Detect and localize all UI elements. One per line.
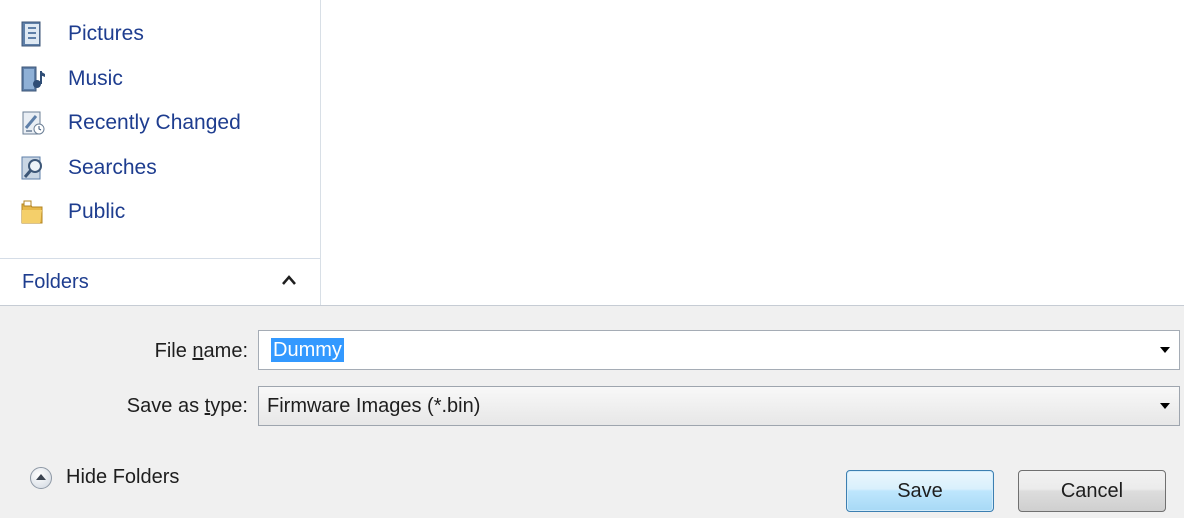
nav-item-label: Pictures [68, 22, 144, 46]
searches-icon [20, 155, 46, 181]
nav-item-label: Public [68, 200, 126, 224]
file-list-area[interactable] [321, 0, 1184, 305]
pictures-library-icon [20, 21, 46, 47]
hide-folders-button[interactable]: Hide Folders [30, 466, 179, 489]
collapse-up-icon [30, 466, 52, 489]
nav-item-pictures[interactable]: Pictures [0, 12, 320, 57]
cancel-button[interactable]: Cancel [1018, 470, 1166, 512]
save-as-type-label: Save as type: [126, 395, 248, 417]
navigation-pane: Pictures Music Recently Changed Searches… [0, 0, 321, 306]
recently-changed-icon [20, 110, 46, 136]
nav-item-label: Recently Changed [68, 111, 241, 135]
dropdown-arrow-icon[interactable] [1160, 403, 1170, 409]
save-as-type-select[interactable]: Firmware Images (*.bin) [258, 386, 1180, 426]
file-name-value: Dummy [271, 338, 344, 362]
folders-label: Folders [22, 271, 89, 293]
file-name-input[interactable]: Dummy [258, 330, 1180, 370]
favorite-links-list: Pictures Music Recently Changed Searches… [0, 12, 320, 235]
nav-item-public[interactable]: Public [0, 190, 320, 235]
music-library-icon [20, 66, 46, 92]
nav-item-label: Searches [68, 155, 157, 179]
save-as-type-value: Firmware Images (*.bin) [267, 395, 481, 417]
chevron-up-icon[interactable] [281, 273, 297, 291]
nav-item-label: Music [68, 66, 123, 90]
folders-toggle[interactable]: Folders [0, 258, 320, 306]
nav-item-music[interactable]: Music [0, 57, 320, 102]
save-options-panel: File name: Dummy Save as type: Firmware … [0, 305, 1184, 518]
dropdown-arrow-icon[interactable] [1160, 347, 1170, 353]
hide-folders-label: Hide Folders [66, 466, 180, 488]
file-name-label: File name: [154, 340, 248, 362]
public-folder-icon [20, 199, 46, 225]
save-button[interactable]: Save [846, 470, 994, 512]
nav-item-searches[interactable]: Searches [0, 146, 320, 191]
nav-item-recently-changed[interactable]: Recently Changed [0, 101, 320, 146]
